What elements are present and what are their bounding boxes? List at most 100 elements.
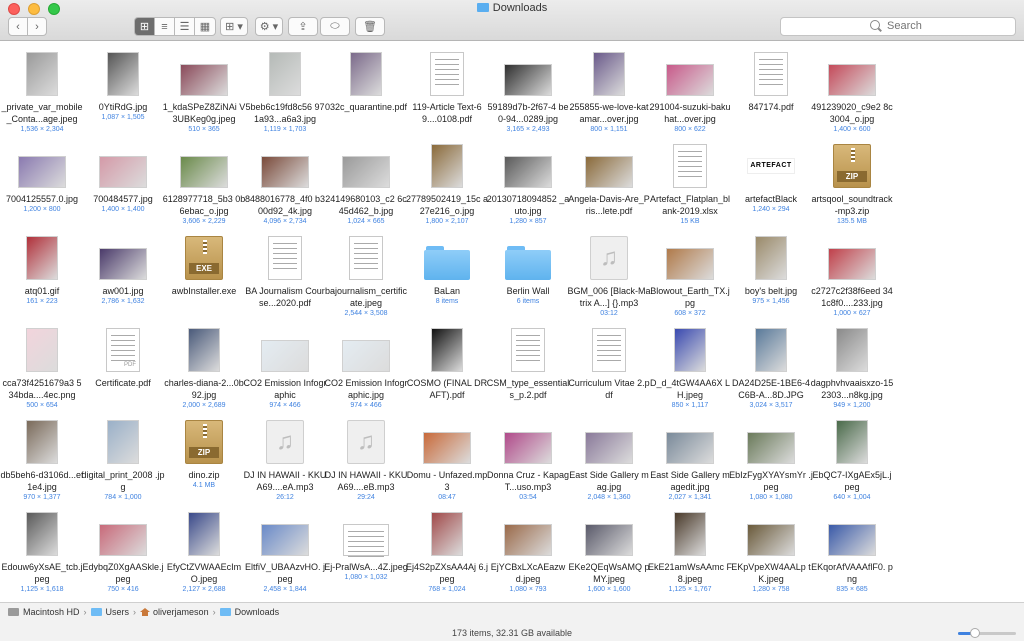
path-separator: › (133, 607, 137, 617)
file-meta: 800 × 622 (674, 126, 706, 133)
image-thumbnail (107, 420, 139, 464)
file-name-text: EbQC7-IXgAEx5jL.jpeg (812, 470, 892, 492)
file-meta: 1,400 × 1,400 (101, 206, 145, 213)
file-thumbnail (324, 506, 408, 557)
file-name-text: 491239020_c9e2 8c3004_o.jpg (811, 102, 893, 124)
document-icon (754, 52, 788, 96)
image-thumbnail (99, 248, 147, 280)
file-thumbnail (405, 138, 489, 188)
file-thumbnail (0, 414, 84, 464)
folder-icon (505, 246, 551, 280)
file-name: Domu - Unfazed.mp3 08:47 (405, 469, 489, 503)
image-thumbnail: ARTEFACT (747, 158, 795, 174)
column-view-button[interactable]: ☰ (174, 17, 194, 36)
file-name-text: Angela-Davis-Are_Pris...lete.pdf (568, 194, 650, 216)
file-name: 27789502419_15c a27e216_o.jpg 1,800 × 2,1… (405, 193, 489, 227)
file-name: _private_var_mobile_Conta...age.jpeg 1,53… (0, 101, 84, 135)
document-icon (592, 328, 626, 372)
file-thumbnail (486, 414, 570, 464)
file-thumbnail (0, 230, 84, 280)
icon-view-button[interactable]: ⊞ (134, 17, 154, 36)
path-item-oliverjameson[interactable]: oliverjameson (153, 607, 209, 617)
search-field[interactable] (780, 17, 1016, 36)
image-thumbnail (99, 156, 147, 188)
file-name-text: bajournalism_certificate.jpeg (324, 286, 408, 308)
file-meta: 2,127 × 2,688 (182, 586, 226, 593)
file-meta: 29:24 (357, 494, 375, 501)
image-thumbnail (18, 156, 66, 188)
file-name-text: Curriculum Vitae 2.pdf (568, 378, 650, 400)
file-thumbnail (729, 414, 813, 464)
file-meta: 608 × 372 (674, 310, 706, 317)
path-item-users[interactable]: Users (106, 607, 130, 617)
file-thumbnail (486, 138, 570, 188)
file-name-text: 59189d7b-2f67-4 be0-94...0289.jpg (487, 102, 569, 124)
file-name: EKpVpeXW4AALp tK.jpeg 1,280 × 758 (729, 561, 813, 595)
arrange-dropdown[interactable]: ⊞ ▾ (220, 17, 248, 36)
file-name-text: DJ IN HAWAII - KKUA69....eA.mp3 (243, 470, 327, 492)
image-thumbnail (666, 64, 714, 96)
file-name-text: BaLan (433, 286, 461, 296)
image-thumbnail (423, 432, 471, 464)
file-name-text: 27789502419_15c a27e216_o.jpg (405, 194, 489, 216)
forward-button[interactable]: › (27, 17, 47, 36)
image-thumbnail (585, 524, 633, 556)
file-meta: 15 KB (680, 218, 700, 225)
path-item-macintosh-hd[interactable]: Macintosh HD (23, 607, 80, 617)
file-name: artefactBlack 1,240 × 294 (729, 193, 813, 215)
file-meta: 1,080 × 1,080 (749, 494, 793, 501)
file-meta: 08:47 (438, 494, 456, 501)
file-name: EbIzFygXYAYsmYr .jpeg 1,080 × 1,080 (729, 469, 813, 503)
file-name: EKqorAfVAAAflF0. png 835 × 685 (810, 561, 894, 595)
back-button[interactable]: ‹ (8, 17, 28, 36)
file-meta: 6 items (516, 298, 540, 305)
file-name-text: EkE21amWsAAmc F8.jpeg (648, 562, 733, 584)
file-name: 20130718094852 _auto.jpg 1,280 × 857 (486, 193, 570, 227)
file-thumbnail (162, 322, 246, 372)
file-thumbnail (162, 506, 246, 556)
file-meta: 1,087 × 1,505 (101, 114, 145, 121)
image-thumbnail (269, 52, 301, 96)
file-meta: 2,000 × 2,689 (182, 402, 226, 409)
file-name: EjYCBxLXcAEazw d.jpeg 1,080 × 793 (486, 561, 570, 595)
file-meta: 1,125 × 1,618 (20, 586, 64, 593)
file-name-text: digital_print_2008 .jpg (81, 470, 165, 492)
action-dropdown[interactable]: ⚙ ▾ (255, 17, 283, 36)
file-thumbnail (243, 46, 327, 96)
trash-button[interactable]: 🗑 (355, 17, 385, 36)
tag-button[interactable]: ⬭ (320, 17, 350, 36)
document-icon (349, 236, 383, 280)
file-thumbnail (810, 230, 894, 280)
file-name-text: 847174.pdf (748, 102, 794, 112)
image-thumbnail (504, 524, 552, 556)
file-meta: 970 × 1,377 (23, 494, 61, 501)
file-name-text: 5beb6c19fd8c56 971a93...a6a3.jpg (245, 102, 325, 124)
file-name: 8488016778_4f0 b300d92_4k.jpg 4,096 × 2,7… (243, 193, 327, 227)
file-name-text: DA24D25E-1BE6-4C6B-A...8D.JPG (731, 378, 811, 400)
file-meta: 2,544 × 3,508 (344, 310, 388, 317)
file-name: CO2 Emission Infographic 974 × 466 (243, 377, 327, 411)
document-icon (673, 144, 707, 188)
file-thumbnail: ARTEFACT (729, 138, 813, 188)
icon-size-slider[interactable] (958, 628, 1016, 638)
gallery-view-button[interactable]: ▦ (194, 17, 216, 36)
file-name: East Side Gallery magedit.jpg 2,027 × 1,3… (648, 469, 732, 503)
file-meta: 974 × 466 (350, 402, 382, 409)
search-input[interactable] (885, 19, 1009, 33)
path-item-downloads[interactable]: Downloads (235, 607, 280, 617)
file-meta: 1,119 × 1,703 (263, 126, 307, 133)
file-name-text: East Side Gallery mag.jpg (569, 470, 649, 492)
file-name-text: Certificate.pdf (95, 378, 151, 388)
image-thumbnail (504, 64, 552, 96)
file-type-label: ZIP (837, 171, 867, 182)
file-thumbnail (486, 46, 570, 96)
file-thumbnail (810, 506, 894, 556)
file-name: Angela-Davis-Are_Pris...lete.pdf (567, 193, 651, 217)
exe-icon: EXE (185, 236, 223, 280)
file-name: EkE21amWsAAmc F8.jpeg 1,125 × 1,767 (648, 561, 732, 595)
file-name-text: DJ IN HAWAII - KKUA69....eB.mp3 (324, 470, 408, 492)
window-title-text: Downloads (492, 2, 548, 14)
share-button[interactable]: ⇪ (288, 17, 318, 36)
list-view-button[interactable]: ≡ (154, 17, 174, 36)
image-thumbnail (188, 328, 220, 372)
